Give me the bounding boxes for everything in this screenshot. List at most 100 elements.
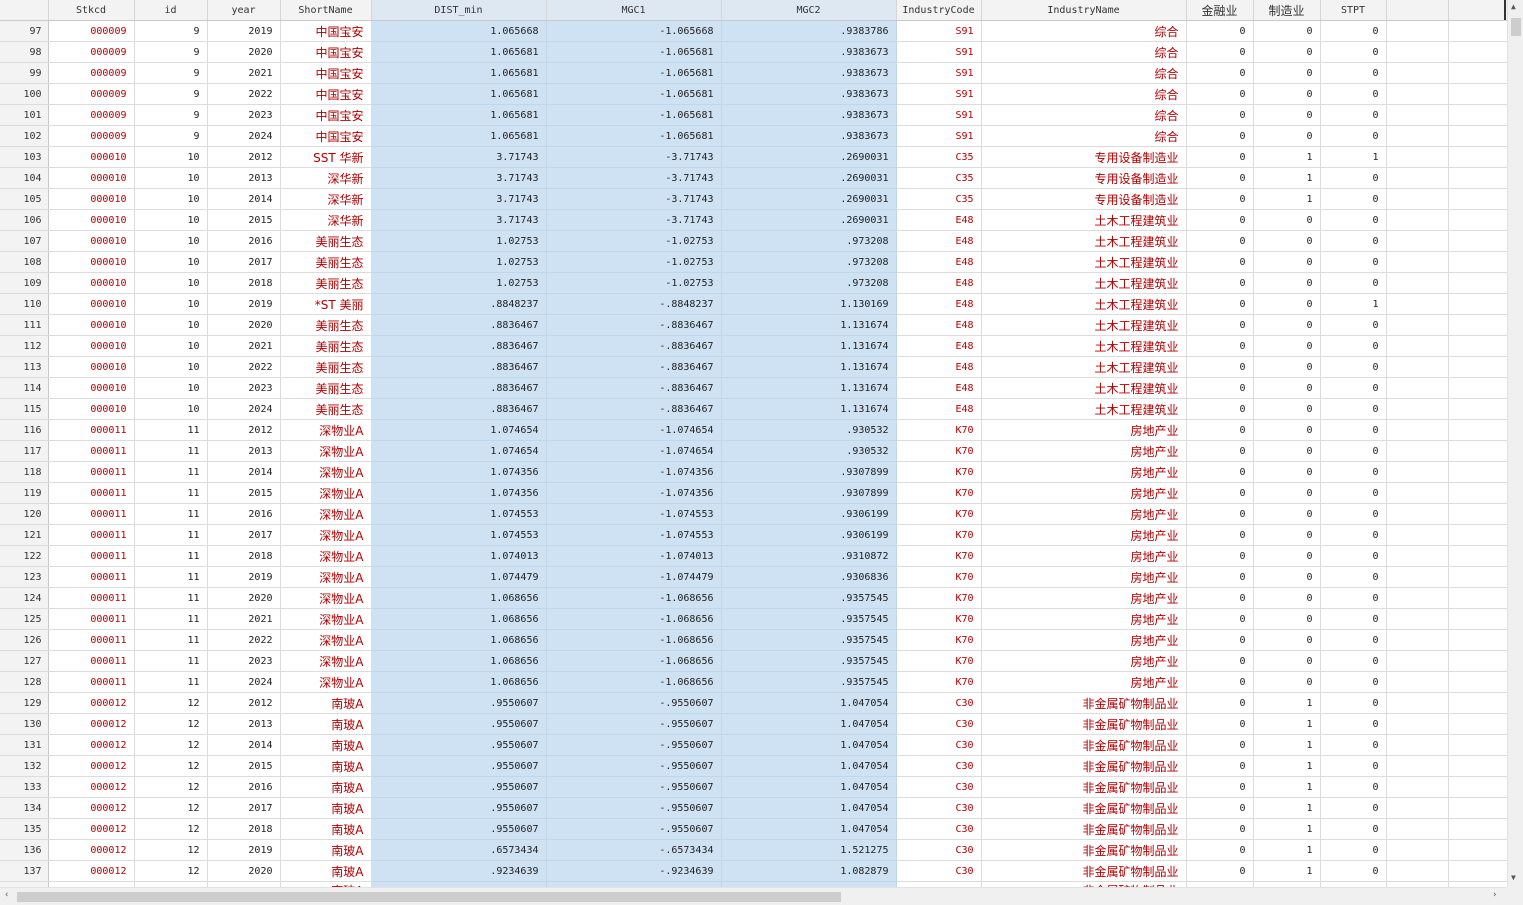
data-cell[interactable]: 000012 bbox=[48, 713, 135, 735]
data-cell[interactable]: -1.068656 bbox=[546, 650, 722, 672]
data-cell[interactable]: 深华新 bbox=[280, 209, 372, 231]
data-cell[interactable] bbox=[1448, 692, 1507, 714]
data-cell[interactable] bbox=[1448, 839, 1507, 861]
data-cell[interactable]: 1 bbox=[1253, 755, 1321, 777]
data-cell[interactable]: -1.074479 bbox=[546, 566, 722, 588]
data-cell[interactable]: -1.068656 bbox=[546, 587, 722, 609]
data-cell[interactable]: 0 bbox=[1186, 377, 1254, 399]
data-cell[interactable]: 0 bbox=[1186, 461, 1254, 483]
data-cell[interactable]: 0 bbox=[1253, 314, 1321, 336]
data-cell[interactable]: 0 bbox=[1320, 62, 1387, 84]
data-cell[interactable]: 深物业A bbox=[280, 608, 372, 630]
row-number-cell[interactable]: 112 bbox=[0, 335, 49, 357]
data-cell[interactable]: -1.068656 bbox=[546, 629, 722, 651]
data-cell[interactable]: 南玻A bbox=[280, 776, 372, 798]
data-cell[interactable]: 0 bbox=[1186, 146, 1254, 168]
data-cell[interactable]: 0 bbox=[1186, 503, 1254, 525]
data-cell[interactable]: 2016 bbox=[207, 503, 281, 525]
data-cell[interactable]: .9310872 bbox=[721, 545, 897, 567]
data-cell[interactable]: -.9550607 bbox=[546, 692, 722, 714]
row-number-cell[interactable]: 106 bbox=[0, 209, 49, 231]
row-number-cell[interactable]: 101 bbox=[0, 104, 49, 126]
data-cell[interactable]: 0 bbox=[1253, 629, 1321, 651]
data-cell[interactable]: 2022 bbox=[207, 83, 281, 105]
column-header[interactable]: ShortName bbox=[280, 0, 372, 21]
data-cell[interactable]: 000011 bbox=[48, 461, 135, 483]
data-cell[interactable]: .9383673 bbox=[721, 125, 897, 147]
data-cell[interactable]: 0 bbox=[1320, 566, 1387, 588]
data-cell[interactable]: 10 bbox=[134, 356, 208, 378]
data-cell[interactable] bbox=[1448, 566, 1507, 588]
data-cell[interactable]: 深华新 bbox=[280, 188, 372, 210]
row-number-cell[interactable]: 107 bbox=[0, 230, 49, 252]
data-cell[interactable] bbox=[1386, 608, 1449, 630]
data-cell[interactable] bbox=[1448, 167, 1507, 189]
data-cell[interactable]: 000011 bbox=[48, 608, 135, 630]
row-number-cell[interactable]: 136 bbox=[0, 839, 49, 861]
data-cell[interactable]: 0 bbox=[1253, 293, 1321, 315]
data-cell[interactable]: .9307899 bbox=[721, 482, 897, 504]
data-cell[interactable]: 深物业A bbox=[280, 440, 372, 462]
row-number-cell[interactable]: 118 bbox=[0, 461, 49, 483]
row-number-cell[interactable]: 115 bbox=[0, 398, 49, 420]
data-cell[interactable]: 0 bbox=[1253, 398, 1321, 420]
data-cell[interactable]: 0 bbox=[1253, 482, 1321, 504]
row-number-cell[interactable]: 102 bbox=[0, 125, 49, 147]
data-cell[interactable]: 综合 bbox=[981, 104, 1187, 126]
data-cell[interactable]: 000010 bbox=[48, 167, 135, 189]
data-cell[interactable] bbox=[1448, 461, 1507, 483]
data-cell[interactable]: 000011 bbox=[48, 671, 135, 693]
data-cell[interactable]: 0 bbox=[1186, 482, 1254, 504]
data-cell[interactable]: 000012 bbox=[48, 860, 135, 882]
data-cell[interactable]: 0 bbox=[1186, 314, 1254, 336]
row-number-cell[interactable]: 135 bbox=[0, 818, 49, 840]
data-cell[interactable]: 0 bbox=[1320, 41, 1387, 63]
data-cell[interactable]: 美丽生态 bbox=[280, 314, 372, 336]
data-cell[interactable]: 000011 bbox=[48, 503, 135, 525]
data-cell[interactable] bbox=[1386, 356, 1449, 378]
data-cell[interactable]: 南玻A bbox=[280, 818, 372, 840]
data-cell[interactable]: K70 bbox=[896, 419, 982, 441]
data-grid[interactable]: Stkcd id year ShortName DIST_min MGC1 MGC2 Indu… bbox=[0, 0, 1507, 887]
row-number-cell[interactable]: 125 bbox=[0, 608, 49, 630]
data-cell[interactable]: 12 bbox=[134, 839, 208, 861]
data-cell[interactable]: 2023 bbox=[207, 104, 281, 126]
data-cell[interactable]: C30 bbox=[896, 734, 982, 756]
scroll-down-arrow-icon[interactable]: ▼ bbox=[1511, 873, 1516, 882]
data-cell[interactable]: 2014 bbox=[207, 734, 281, 756]
data-cell[interactable]: 12 bbox=[134, 818, 208, 840]
data-cell[interactable]: 11 bbox=[134, 503, 208, 525]
data-cell[interactable]: 土木工程建筑业 bbox=[981, 314, 1187, 336]
data-cell[interactable]: 2015 bbox=[207, 209, 281, 231]
data-cell[interactable]: 综合 bbox=[981, 20, 1187, 42]
data-cell[interactable]: C30 bbox=[896, 692, 982, 714]
data-cell[interactable]: 10 bbox=[134, 251, 208, 273]
data-cell[interactable]: 0 bbox=[1186, 356, 1254, 378]
data-cell[interactable]: 2022 bbox=[207, 356, 281, 378]
data-cell[interactable]: 2013 bbox=[207, 713, 281, 735]
data-cell[interactable]: 0 bbox=[1253, 419, 1321, 441]
data-cell[interactable]: 10 bbox=[134, 293, 208, 315]
data-cell[interactable] bbox=[1386, 839, 1449, 861]
data-cell[interactable]: 2019 bbox=[207, 293, 281, 315]
data-cell[interactable]: 12 bbox=[134, 797, 208, 819]
data-cell[interactable]: 1 bbox=[1253, 839, 1321, 861]
data-cell[interactable]: 000009 bbox=[48, 20, 135, 42]
row-number-cell[interactable]: 108 bbox=[0, 251, 49, 273]
data-cell[interactable]: 1.02753 bbox=[371, 251, 547, 273]
data-cell[interactable]: 1.047054 bbox=[721, 755, 897, 777]
data-cell[interactable]: 0 bbox=[1320, 167, 1387, 189]
data-cell[interactable]: .9550607 bbox=[371, 692, 547, 714]
data-cell[interactable]: 0 bbox=[1253, 209, 1321, 231]
data-cell[interactable] bbox=[1448, 524, 1507, 546]
data-cell[interactable] bbox=[1448, 335, 1507, 357]
data-cell[interactable] bbox=[1386, 62, 1449, 84]
data-cell[interactable]: 深物业A bbox=[280, 650, 372, 672]
data-cell[interactable]: E48 bbox=[896, 251, 982, 273]
data-cell[interactable]: K70 bbox=[896, 608, 982, 630]
data-cell[interactable]: .9357545 bbox=[721, 671, 897, 693]
data-cell[interactable]: 0 bbox=[1186, 608, 1254, 630]
data-cell[interactable]: .9550607 bbox=[371, 818, 547, 840]
data-cell[interactable]: 2014 bbox=[207, 188, 281, 210]
data-cell[interactable]: 0 bbox=[1253, 608, 1321, 630]
